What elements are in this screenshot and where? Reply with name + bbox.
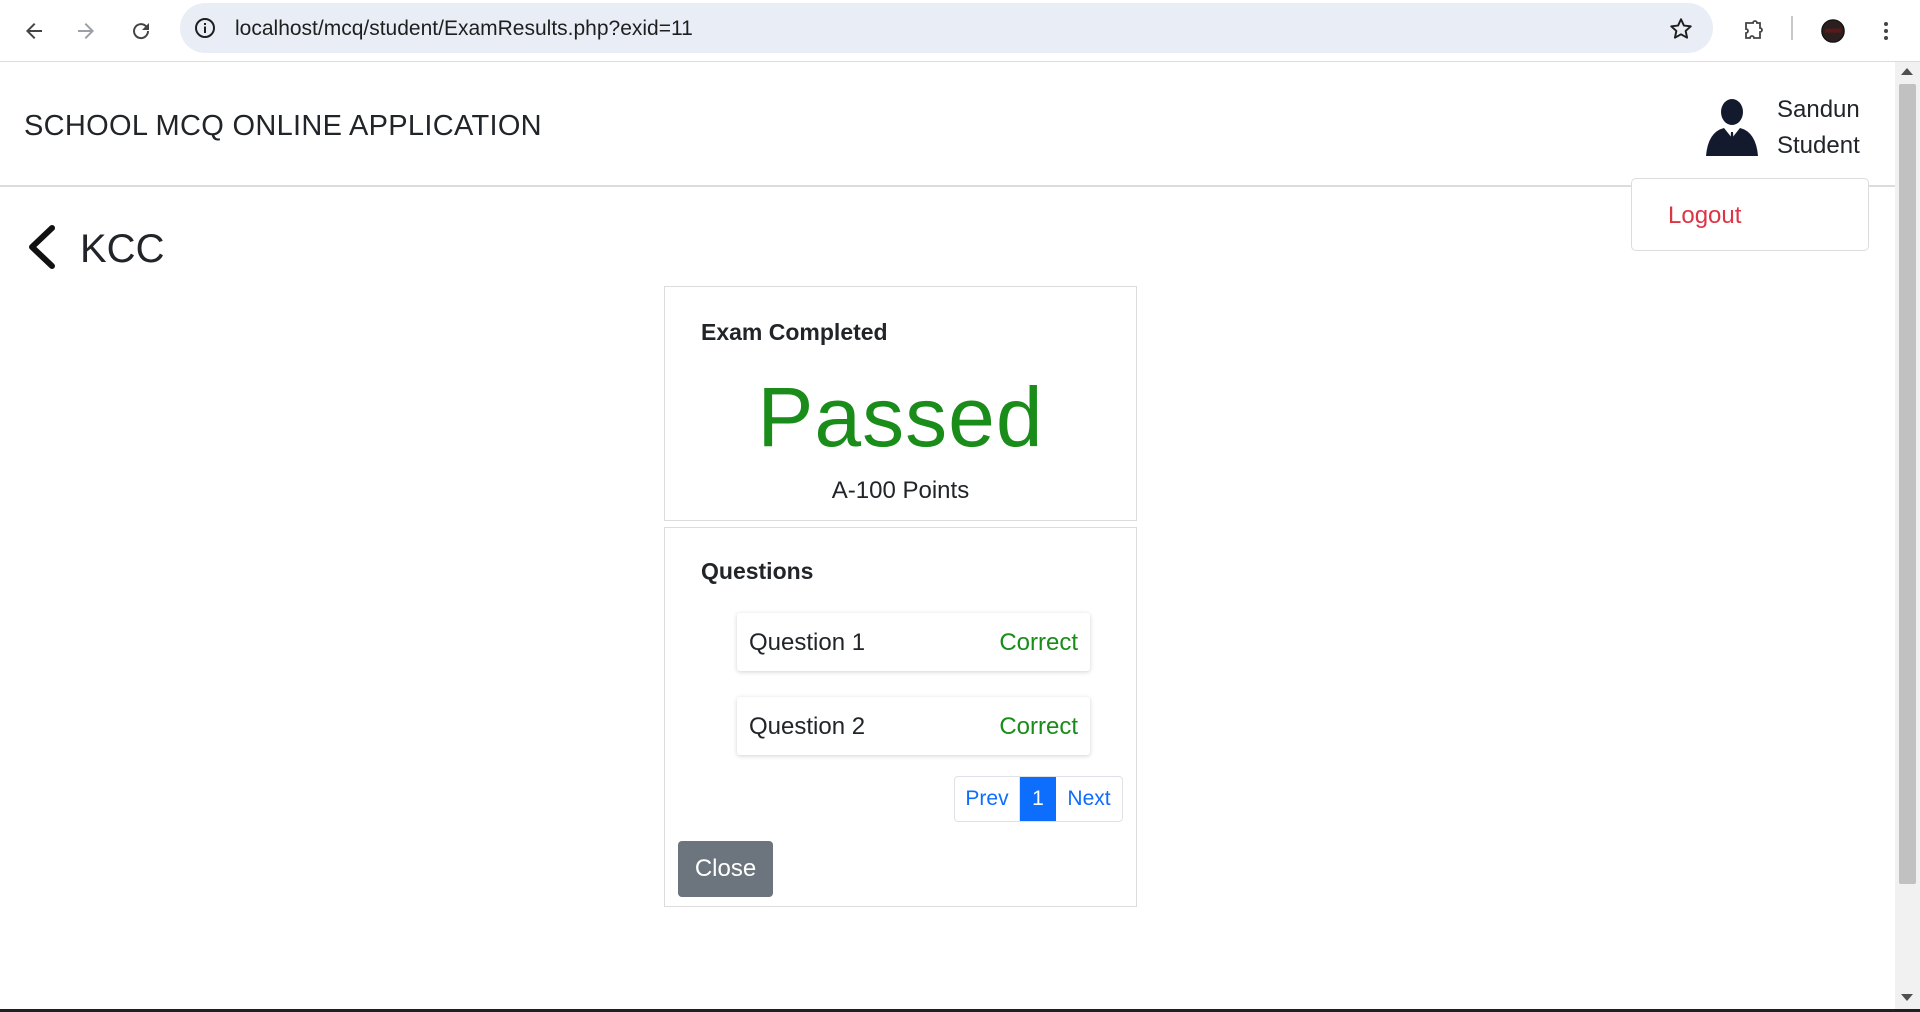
question-status: Correct <box>999 629 1078 656</box>
exam-title: KCC <box>80 227 165 271</box>
questions-card: Questions Question 1 Correct Question 2 … <box>664 527 1137 907</box>
app-brand[interactable]: SCHOOL MCQ ONLINE APPLICATION <box>24 110 542 143</box>
pagination: Prev 1 Next <box>954 776 1123 822</box>
back-arrow-icon[interactable] <box>12 9 56 53</box>
question-row[interactable]: Question 1 Correct <box>737 613 1090 671</box>
forward-arrow-icon[interactable] <box>64 9 108 53</box>
app-navbar: SCHOOL MCQ ONLINE APPLICATION Sandun Stu… <box>0 62 1895 187</box>
reload-icon[interactable] <box>119 9 163 53</box>
page-content: SCHOOL MCQ ONLINE APPLICATION Sandun Stu… <box>0 62 1895 1012</box>
extensions-puzzle-icon[interactable] <box>1731 9 1775 53</box>
scroll-down-arrow-icon[interactable] <box>1901 994 1913 1001</box>
user-name[interactable]: Sandun <box>1777 96 1860 124</box>
logout-menu-item[interactable]: Logout <box>1668 202 1741 230</box>
scroll-up-arrow-icon[interactable] <box>1901 68 1913 75</box>
questions-heading: Questions <box>701 558 814 584</box>
pagination-prev-button[interactable]: Prev <box>955 777 1020 821</box>
result-points: A-100 Points <box>831 477 970 504</box>
address-bar[interactable]: localhost/mcq/student/ExamResults.php?ex… <box>180 3 1713 53</box>
pagination-next-button[interactable]: Next <box>1056 777 1122 821</box>
result-status: Passed <box>757 370 1044 464</box>
user-dropdown-menu: Logout <box>1631 178 1869 251</box>
profile-avatar-icon[interactable] <box>1811 9 1855 53</box>
chevron-left-icon[interactable] <box>24 224 58 270</box>
user-avatar-icon[interactable] <box>1700 92 1764 156</box>
result-heading: Exam Completed <box>701 319 888 345</box>
question-row[interactable]: Question 2 Correct <box>737 697 1090 755</box>
question-status: Correct <box>999 713 1078 740</box>
user-role[interactable]: Student <box>1777 132 1860 160</box>
close-button[interactable]: Close <box>678 841 773 897</box>
question-label: Question 1 <box>749 629 866 656</box>
browser-toolbar: localhost/mcq/student/ExamResults.php?ex… <box>0 0 1920 62</box>
scrollbar-thumb[interactable] <box>1899 84 1916 884</box>
site-info-icon[interactable] <box>192 15 218 41</box>
toolbar-divider <box>1791 16 1793 40</box>
exam-result-card: Exam Completed Passed A-100 Points <box>664 286 1137 521</box>
pagination-page-button[interactable]: 1 <box>1020 777 1056 821</box>
url-text[interactable]: localhost/mcq/student/ExamResults.php?ex… <box>235 17 693 41</box>
question-label: Question 2 <box>749 713 866 740</box>
more-menu-icon[interactable] <box>1864 9 1908 53</box>
bookmark-star-icon[interactable] <box>1667 15 1695 43</box>
